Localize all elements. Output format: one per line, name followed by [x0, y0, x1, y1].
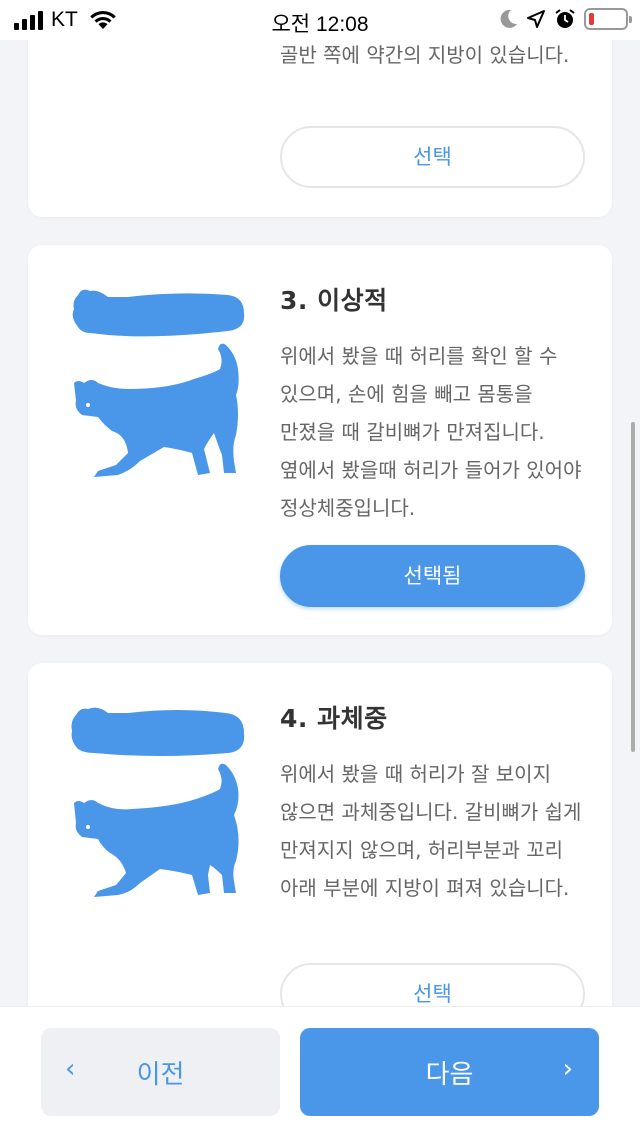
next-button[interactable]: 다음 ›: [300, 1028, 599, 1116]
location-arrow-icon: [527, 10, 545, 28]
scrollbar[interactable]: [631, 422, 635, 752]
prev-label: 이전: [136, 1059, 185, 1090]
selected-button[interactable]: 선택됨: [280, 545, 585, 607]
bcs-card-3: 3. 이상적 위에서 봤을 때 허리를 확인 할 수 있으며, 손에 힘을 빼고…: [28, 245, 612, 635]
card-description: 위에서 봤을 때 허리가 잘 보이지 않으면 과체중입니다. 갈비뼈가 쉽게 만…: [280, 762, 582, 900]
card-title: 4. 과체중: [280, 704, 388, 733]
battery-icon: [584, 8, 632, 30]
bcs-card-4: 4. 과체중 위에서 봤을 때 허리가 잘 보이지 않으면 과체중입니다. 갈비…: [28, 663, 612, 1063]
select-button[interactable]: 선택: [280, 126, 585, 188]
alarm-icon: [555, 9, 575, 28]
chevron-right-icon: ›: [562, 1054, 573, 1084]
bottom-navigation: ‹ 이전 다음 ›: [0, 1006, 640, 1136]
moon-icon: [500, 9, 517, 28]
bcs-card-2: 골반 쪽에 약간의 지방이 있습니다. 선택: [28, 20, 612, 217]
battery-fill: [589, 13, 594, 25]
card-description: 위에서 봤을 때 허리를 확인 할 수 있으며, 손에 힘을 빼고 몸통을 만졌…: [280, 344, 582, 520]
card-title: 3. 이상적: [280, 286, 388, 315]
prev-button[interactable]: ‹ 이전: [41, 1028, 280, 1116]
chevron-left-icon: ‹: [65, 1054, 76, 1084]
card-description: 골반 쪽에 약간의 지방이 있습니다.: [280, 43, 570, 67]
status-bar: KT 오전 12:08: [0, 0, 640, 40]
overweight-cat-illustration: [71, 707, 245, 897]
ideal-cat-illustration: [72, 289, 245, 477]
next-label: 다음: [425, 1059, 474, 1090]
